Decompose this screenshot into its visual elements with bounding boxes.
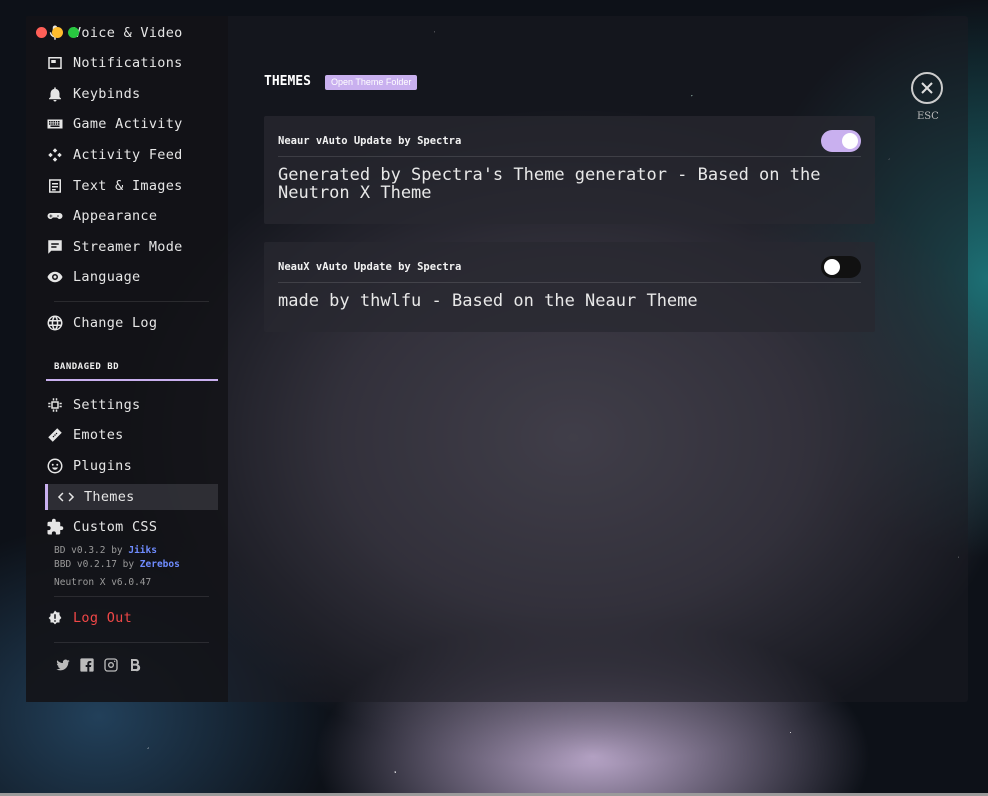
theme-name: NeauX vAuto Update by Spectra xyxy=(278,261,462,273)
theme-version: Neutron X v6.0.47 xyxy=(54,577,152,588)
bbd-version: BBD v0.2.17 by Zerebos xyxy=(54,559,180,570)
chip-icon xyxy=(46,396,64,414)
sidebar-item-streamer-mode[interactable]: Streamer Mode xyxy=(46,234,218,260)
esc-label: ESC xyxy=(917,111,939,122)
sidebar-item-emotes[interactable]: Emotes xyxy=(46,422,218,448)
sidebar-item-change-log[interactable]: Change Log xyxy=(46,310,218,336)
sidebar-item-label: Game Activity xyxy=(73,116,183,132)
theme-card: NeauX vAuto Update by Spectra made by th… xyxy=(264,242,875,332)
theme-card: Neaur vAuto Update by Spectra Generated … xyxy=(264,116,875,224)
window-controls xyxy=(36,27,79,38)
sidebar-item-themes[interactable]: Themes xyxy=(45,484,218,510)
document-icon xyxy=(46,177,64,195)
keyboard-icon xyxy=(46,115,64,133)
toggle-knob xyxy=(824,259,840,275)
sidebar-item-label: Custom CSS xyxy=(73,519,158,535)
close-icon xyxy=(921,82,933,94)
notification-icon xyxy=(46,54,64,72)
eye-icon xyxy=(46,268,64,286)
sidebar-item-label: Activity Feed xyxy=(73,147,183,163)
sidebar-item-game-activity[interactable]: Game Activity xyxy=(46,111,218,137)
chat-icon xyxy=(46,238,64,256)
sidebar-item-language[interactable]: Language xyxy=(46,264,218,290)
puzzle-icon xyxy=(46,518,64,536)
close-window-button[interactable] xyxy=(36,27,47,38)
sidebar-item-plugins[interactable]: Plugins xyxy=(46,453,218,479)
sidebar-item-label: Language xyxy=(73,269,141,285)
section-underline xyxy=(46,379,218,381)
sidebar-item-label: Emotes xyxy=(73,427,124,443)
page-title: THEMES xyxy=(264,74,311,89)
zerebos-link[interactable]: Zerebos xyxy=(140,559,180,570)
sidebar-item-notifications[interactable]: Notifications xyxy=(46,50,218,76)
sidebar-item-custom-css[interactable]: Custom CSS xyxy=(46,514,218,540)
logout-label: Log Out xyxy=(73,610,132,626)
divider xyxy=(54,301,209,302)
theme-description: made by thwlfu - Based on the Neaur Them… xyxy=(278,291,698,311)
bell-icon xyxy=(46,85,64,103)
divider xyxy=(54,596,209,597)
sidebar-item-label: Streamer Mode xyxy=(73,239,183,255)
sidebar-item-settings[interactable]: Settings xyxy=(46,392,218,418)
instagram-icon[interactable] xyxy=(103,657,119,677)
sidebar-item-appearance[interactable]: Appearance xyxy=(46,203,218,229)
toggle-knob xyxy=(842,133,858,149)
smiley-icon xyxy=(46,457,64,475)
controller-icon xyxy=(46,207,64,225)
sidebar-item-text-images[interactable]: Text & Images xyxy=(46,173,218,199)
jiiks-link[interactable]: Jiiks xyxy=(128,545,157,556)
bandage-icon xyxy=(46,426,64,444)
logout-button[interactable]: Log Out xyxy=(46,605,218,631)
sidebar-item-activity-feed[interactable]: Activity Feed xyxy=(46,142,218,168)
alert-icon xyxy=(46,609,64,627)
sidebar-item-label: Text & Images xyxy=(73,178,183,194)
gamepad-icon xyxy=(46,146,64,164)
theme-toggle[interactable] xyxy=(821,256,861,278)
twitter-icon[interactable] xyxy=(55,657,71,677)
close-settings-button[interactable] xyxy=(911,72,943,104)
sidebar-item-keybinds[interactable]: Keybinds xyxy=(46,81,218,107)
card-divider xyxy=(278,282,861,283)
sidebar-item-label: Settings xyxy=(73,397,141,413)
bd-icon[interactable] xyxy=(127,657,143,677)
sidebar-item-label: Keybinds xyxy=(73,86,141,102)
code-icon xyxy=(57,488,75,506)
maximize-window-button[interactable] xyxy=(68,27,79,38)
sidebar-item-label: Voice & Video xyxy=(73,25,183,41)
sidebar-item-label: Plugins xyxy=(73,458,132,474)
social-links xyxy=(55,657,143,677)
bd-version: BD v0.3.2 by Jiiks xyxy=(54,545,157,556)
sidebar-item-label: Notifications xyxy=(73,55,183,71)
facebook-icon[interactable] xyxy=(79,657,95,677)
globe-icon xyxy=(46,314,64,332)
sidebar-item-label: Appearance xyxy=(73,208,158,224)
theme-name: Neaur vAuto Update by Spectra xyxy=(278,135,462,147)
section-header-bandaged-bd: BANDAGED BD xyxy=(54,362,120,372)
theme-description: Generated by Spectra's Theme generator -… xyxy=(278,165,821,203)
divider xyxy=(54,642,209,643)
sidebar-item-label: Change Log xyxy=(73,315,158,331)
sidebar-item-label: Themes xyxy=(84,489,135,505)
open-theme-folder-button[interactable]: Open Theme Folder xyxy=(325,75,418,90)
minimize-window-button[interactable] xyxy=(52,27,63,38)
card-divider xyxy=(278,156,861,157)
theme-toggle[interactable] xyxy=(821,130,861,152)
